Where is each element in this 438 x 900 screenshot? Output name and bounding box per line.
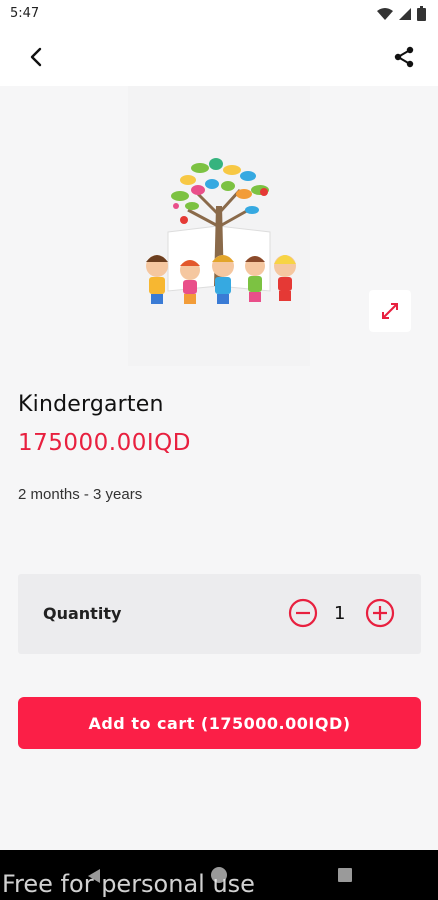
share-button[interactable] <box>390 43 418 71</box>
minus-circle-icon <box>288 598 318 628</box>
product-price: 175000.00IQD <box>18 430 191 456</box>
product-image <box>128 86 310 366</box>
plus-circle-icon <box>365 598 395 628</box>
signal-icon <box>399 7 411 20</box>
chevron-left-icon <box>30 47 42 67</box>
nav-recents-icon[interactable] <box>338 868 352 882</box>
status-icons <box>377 6 426 21</box>
back-button[interactable] <box>22 43 50 71</box>
status-time: 5:47 <box>10 6 40 21</box>
expand-image-button[interactable] <box>369 290 411 332</box>
app-bar <box>0 28 438 86</box>
wifi-icon <box>377 7 393 20</box>
kindergarten-illustration <box>146 158 296 304</box>
quantity-increase-button[interactable] <box>365 598 395 628</box>
expand-icon <box>382 303 398 319</box>
product-title: Kindergarten <box>18 392 164 417</box>
battery-icon <box>417 6 426 21</box>
quantity-decrease-button[interactable] <box>288 598 318 628</box>
share-icon <box>394 46 414 68</box>
add-to-cart-label: Add to cart (175000.00IQD) <box>88 713 351 733</box>
quantity-card: Quantity 1 <box>18 574 421 654</box>
quantity-value: 1 <box>334 603 346 624</box>
status-bar: 5:47 <box>0 0 438 28</box>
product-detail: Kindergarten 175000.00IQD 2 months - 3 y… <box>0 86 438 850</box>
product-age-range: 2 months - 3 years <box>18 486 143 503</box>
add-to-cart-button[interactable]: Add to cart (175000.00IQD) <box>18 697 421 749</box>
quantity-label: Quantity <box>43 604 122 623</box>
watermark-text: Free for personal use <box>2 870 255 898</box>
